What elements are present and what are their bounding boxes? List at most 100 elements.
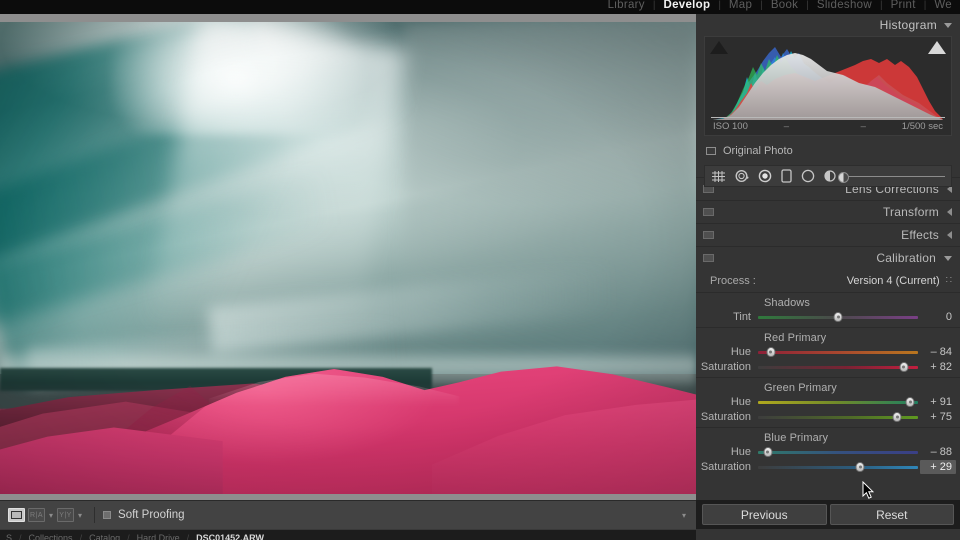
slider-value[interactable]: + 82 [920, 361, 956, 373]
slider-row: Hue – 88 [696, 445, 960, 459]
slider-value[interactable]: – 84 [920, 346, 956, 358]
slider-track[interactable] [758, 312, 918, 322]
process-version-row[interactable]: Process : Version 4 (Current) ∷ [696, 269, 960, 293]
breadcrumb-separator: / [127, 533, 130, 540]
before-after-caret-icon[interactable]: ▾ [49, 511, 53, 520]
radial-filter-icon[interactable] [801, 169, 815, 183]
develop-tool-strip[interactable] [704, 165, 952, 187]
slider-value[interactable]: + 29 [920, 460, 956, 474]
before-after-icon[interactable]: R|A [28, 508, 45, 522]
breadcrumb-item[interactable]: Catalog [89, 533, 120, 540]
panel-header-transform[interactable]: Transform [696, 200, 960, 223]
view-toolbar: R|A ▾ Y|Y ▾ Soft Proofing ▾ [0, 500, 696, 529]
slider-label: Saturation [700, 361, 751, 373]
calibration-groups: Shadows Tint 0 Red Primary Hue – 84 Saturation… [696, 293, 960, 477]
nav-item-library[interactable]: Library [600, 0, 653, 12]
nav-item-we[interactable]: We [926, 0, 960, 12]
process-menu-icon[interactable]: ∷ [946, 275, 952, 286]
slider-value[interactable]: – 88 [920, 446, 956, 458]
breadcrumb-separator: / [19, 533, 22, 540]
slider-thumb[interactable] [892, 412, 902, 422]
panel-switch-icon[interactable] [703, 254, 714, 262]
split-caret-icon[interactable]: ▾ [78, 511, 82, 520]
chevron-down-icon[interactable] [944, 255, 952, 261]
filmstrip-breadcrumb[interactable]: S / Collections / Catalog / Hard Drive / DSC0145… [0, 533, 264, 540]
slider-group-blue-primary: Blue Primary Hue – 88 Saturation + 29 [696, 427, 960, 477]
slider-value[interactable]: + 91 [920, 396, 956, 408]
histogram-title: Histogram [879, 18, 937, 32]
original-photo-row[interactable]: Original Photo [696, 140, 960, 162]
toolbar-options-caret-icon[interactable]: ▾ [682, 511, 688, 520]
slider-thumb[interactable] [905, 397, 915, 407]
slider-track[interactable] [758, 347, 918, 357]
process-version-value[interactable]: Version 4 (Current) [847, 275, 940, 287]
chevron-left-icon[interactable] [947, 208, 952, 216]
process-label: Process : [710, 274, 756, 287]
slider-value[interactable]: + 75 [920, 411, 956, 423]
panel-title: Transform [882, 205, 939, 219]
aperture-value: – [860, 120, 866, 132]
original-photo-icon [706, 147, 716, 155]
slider-row: Saturation + 82 [696, 360, 960, 374]
spot-removal-icon[interactable] [735, 169, 749, 183]
slider-thumb[interactable] [855, 462, 865, 472]
chevron-down-icon[interactable] [944, 22, 952, 28]
slider-thumb[interactable] [899, 362, 909, 372]
chevron-left-icon[interactable] [947, 231, 952, 239]
histogram-panel-header[interactable]: Histogram [696, 14, 960, 36]
soft-proofing-label[interactable]: Soft Proofing [118, 509, 184, 521]
graduated-filter-icon[interactable] [781, 169, 792, 183]
slider-thumb[interactable] [766, 347, 776, 357]
reset-button[interactable]: Reset [829, 504, 954, 525]
slider-track[interactable] [758, 412, 918, 422]
soft-proofing-checkbox[interactable] [103, 511, 112, 519]
panel-title: Effects [901, 228, 939, 242]
breadcrumb-item[interactable]: Collections [29, 533, 73, 540]
panel-switch-icon[interactable] [703, 231, 714, 239]
previous-button[interactable]: Previous [702, 504, 827, 525]
shadow-clipping-indicator[interactable] [710, 41, 728, 54]
breadcrumb-item[interactable]: Hard Drive [137, 533, 180, 540]
panel-header-calibration[interactable]: Calibration [696, 246, 960, 269]
nav-item-develop[interactable]: Develop [655, 0, 718, 12]
edited-photograph [0, 22, 696, 494]
breadcrumb-item[interactable]: S [6, 533, 12, 540]
highlight-clipping-indicator[interactable] [928, 41, 946, 54]
panel-header-effects[interactable]: Effects [696, 223, 960, 246]
before-after-split-icon[interactable]: Y|Y [57, 508, 75, 522]
photo-canvas[interactable] [0, 22, 696, 494]
shutter-speed-value: 1/500 sec [901, 120, 943, 132]
slider-label: Hue [730, 396, 751, 408]
histogram-graph[interactable]: ISO 100 – – 1/500 sec [704, 36, 952, 136]
toolbar-divider [94, 507, 96, 523]
panel-switch-icon[interactable] [703, 208, 714, 216]
panel-rows-container: Lens Corrections Transform Effects Calibrat… [696, 177, 960, 269]
slider-track[interactable] [758, 362, 918, 372]
loupe-view-icon[interactable] [8, 508, 25, 522]
nav-item-map[interactable]: Map [721, 0, 760, 12]
crop-overlay-icon[interactable] [711, 170, 726, 183]
adjustment-brush-icon[interactable] [824, 170, 836, 182]
tool-amount-slider[interactable] [838, 171, 945, 183]
slider-track[interactable] [758, 447, 918, 457]
red-eye-icon[interactable] [758, 169, 772, 183]
group-title: Blue Primary [764, 432, 829, 444]
image-viewer-area[interactable] [0, 14, 696, 500]
group-title: Red Primary [764, 332, 827, 344]
slider-label: Hue [730, 346, 751, 358]
focal-length-value: – [783, 120, 789, 132]
slider-thumb[interactable] [763, 447, 773, 457]
slider-value[interactable]: 0 [920, 311, 956, 323]
slider-track[interactable] [758, 462, 918, 472]
right-side-panel: Histogram ISO 100 – – 1/500 sec Original… [696, 14, 960, 540]
slider-group-green-primary: Green Primary Hue + 91 Saturation + 75 [696, 377, 960, 427]
nav-item-slideshow[interactable]: Slideshow [809, 0, 880, 12]
slider-label: Tint [733, 311, 751, 323]
histogram-baseline [711, 117, 945, 118]
nav-item-book[interactable]: Book [763, 0, 806, 12]
slider-track[interactable] [758, 397, 918, 407]
slider-thumb[interactable] [833, 312, 843, 322]
panel-title: Calibration [876, 251, 936, 265]
panel-action-buttons: Previous Reset [696, 500, 960, 529]
nav-item-print[interactable]: Print [883, 0, 924, 12]
